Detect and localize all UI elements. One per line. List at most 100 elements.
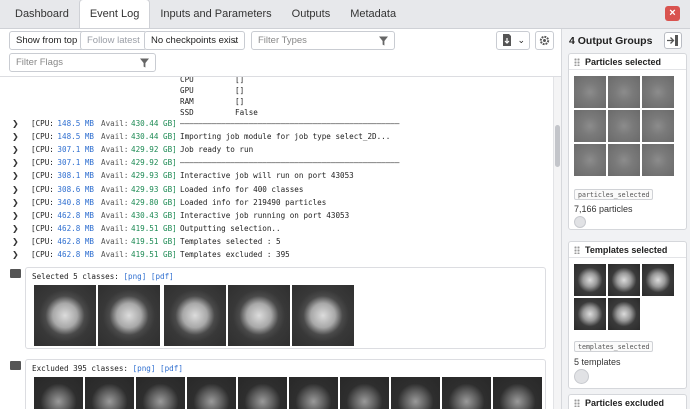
output-group-count: 7,166 particles <box>574 204 633 214</box>
chevron-down-icon: ⌄ <box>231 35 239 45</box>
sysinfo-value: [] <box>235 77 245 84</box>
avail-label: Avail: <box>101 223 129 233</box>
tab-metadata[interactable]: Metadata <box>340 0 406 28</box>
expand-arrow-icon[interactable]: ❯ <box>12 143 19 156</box>
avail-value: 419.51 GB] <box>131 223 177 233</box>
excluded-pdf-link[interactable]: [pdf] <box>160 364 183 373</box>
log-row[interactable]: ❯ [CPU: 462.8 MB Avail: 419.51 GB] Templates … <box>0 248 553 261</box>
class-average-image <box>34 377 83 409</box>
class-average-image <box>292 285 354 346</box>
log-message: Interactive job will run on port 43053 <box>180 171 354 181</box>
log-row[interactable]: ❯ [CPU: 462.8 MB Avail: 430.43 GB] Interactiv… <box>0 209 553 222</box>
excluded-classes-header: Excluded 395 classes: [png] [pdf] <box>32 364 183 373</box>
log-row[interactable]: ❯ [CPU: 462.8 MB Avail: 419.51 GB] Templates … <box>0 235 553 248</box>
expand-arrow-icon[interactable]: ❯ <box>12 117 19 130</box>
class-average-image <box>136 377 185 409</box>
log-message: Interactive job running on port 43053 <box>180 210 350 220</box>
expand-arrow-icon[interactable]: ❯ <box>12 235 19 248</box>
class-average-image <box>391 377 440 409</box>
avail-label: Avail: <box>101 236 129 246</box>
collapse-icon <box>667 35 678 46</box>
selected-pdf-link[interactable]: [pdf] <box>151 272 174 281</box>
expand-arrow-icon[interactable]: ❯ <box>12 196 19 209</box>
sysinfo-value: False <box>235 108 258 117</box>
memory-value: 462.8 MB <box>57 223 94 233</box>
particle-image <box>574 76 606 108</box>
template-image <box>608 264 640 296</box>
tab-inputs-and-parameters[interactable]: Inputs and Parameters <box>150 0 281 28</box>
particle-image <box>608 110 640 142</box>
particle-image <box>642 110 674 142</box>
log-message: Templates excluded : 395 <box>180 250 290 259</box>
expand-arrow-icon[interactable]: ❯ <box>12 183 19 196</box>
expand-arrow-icon[interactable]: ❯ <box>12 130 19 143</box>
image-icon <box>10 361 21 370</box>
output-group-badge: particles_selected <box>574 189 654 200</box>
class-average-image <box>34 285 96 346</box>
filter-flags-input[interactable]: Filter Flags <box>9 53 156 72</box>
log-row[interactable]: ❯ [CPU: 148.5 MB Avail: 430.44 GB] ——————————… <box>0 117 553 130</box>
output-group-card: Particles excluded <box>568 394 687 409</box>
avail-label: Avail: <box>101 119 129 128</box>
expand-arrow-icon[interactable]: ❯ <box>12 222 19 235</box>
avail-label: Avail: <box>101 184 129 194</box>
avail-value: 419.51 GB] <box>131 250 177 259</box>
avail-label: Avail: <box>101 158 129 168</box>
class-average-image <box>442 377 491 409</box>
particle-image <box>608 144 640 176</box>
output-groups-title: 4 Output Groups <box>569 35 653 47</box>
filter-types-input[interactable]: Filter Types <box>251 31 395 50</box>
output-group-count: 5 templates <box>574 357 621 367</box>
scrollbar-thumb[interactable] <box>555 125 560 167</box>
memory-value: 308.1 MB <box>57 171 94 181</box>
memory-value: 307.1 MB <box>57 158 94 168</box>
show-from-top-button[interactable]: Show from top <box>9 31 85 50</box>
tab-event-log[interactable]: Event Log <box>78 0 151 28</box>
settings-button[interactable] <box>535 31 554 50</box>
selected-png-link[interactable]: [png] <box>123 272 146 281</box>
event-log-list: CPU[] GPU[] RAM[] SSD False ❯ [CPU: 148.5 M… <box>0 77 553 409</box>
collapse-panel-button[interactable] <box>664 32 682 49</box>
log-message: Outputting selection.. <box>180 223 281 233</box>
class-average-image <box>98 285 160 346</box>
memory-value: 462.8 MB <box>57 210 94 220</box>
output-group-name: Particles excluded <box>585 398 665 408</box>
log-row[interactable]: ❯ [CPU: 308.6 MB Avail: 429.93 GB] Loaded inf… <box>0 183 553 196</box>
avail-value: 429.92 GB] <box>131 145 177 155</box>
selected-classes-title: Selected 5 classes: <box>32 272 119 281</box>
download-output-button[interactable] <box>574 216 586 228</box>
chevron-down-icon: ⌄ <box>517 35 525 45</box>
memory-value: 462.8 MB <box>57 250 94 259</box>
log-row[interactable]: ❯ [CPU: 308.1 MB Avail: 429.93 GB] Interactiv… <box>0 169 553 182</box>
excluded-png-link[interactable]: [png] <box>133 364 156 373</box>
particle-image <box>642 76 674 108</box>
follow-latest-button[interactable]: Follow latest <box>80 31 147 50</box>
log-message: ————————————————————————————————————————… <box>180 158 400 168</box>
tab-bar: Dashboard Event Log Inputs and Parameter… <box>0 0 690 29</box>
download-output-button[interactable] <box>574 369 589 384</box>
download-log-button[interactable]: ⌄ <box>496 31 530 50</box>
log-message: Templates selected : 5 <box>180 236 281 246</box>
scrollbar[interactable] <box>553 77 561 409</box>
log-row[interactable]: ❯ [CPU: 148.5 MB Avail: 430.44 GB] Importing … <box>0 130 553 143</box>
avail-value: 429.92 GB] <box>131 158 177 168</box>
sysinfo-key: GPU <box>180 86 194 95</box>
tab-outputs[interactable]: Outputs <box>282 0 341 28</box>
expand-arrow-icon[interactable]: ❯ <box>12 156 19 169</box>
log-row[interactable]: ❯ [CPU: 307.1 MB Avail: 429.92 GB] ——————————… <box>0 156 553 169</box>
memory-value: 307.1 MB <box>57 145 94 155</box>
expand-arrow-icon[interactable]: ❯ <box>12 169 19 182</box>
sysinfo-key: CPU <box>180 77 194 84</box>
log-row[interactable]: ❯ [CPU: 462.8 MB Avail: 419.51 GB] Outputting… <box>0 222 553 235</box>
template-image <box>608 298 640 330</box>
gear-icon <box>539 35 550 46</box>
close-icon[interactable]: × <box>665 6 680 21</box>
checkpoints-select[interactable]: No checkpoints exist ⌄ <box>144 31 245 50</box>
log-row[interactable]: ❯ [CPU: 340.8 MB Avail: 429.80 GB] Loaded inf… <box>0 196 553 209</box>
expand-arrow-icon[interactable]: ❯ <box>12 209 19 222</box>
tab-dashboard[interactable]: Dashboard <box>5 0 79 28</box>
avail-label: Avail: <box>101 250 129 259</box>
expand-arrow-icon[interactable]: ❯ <box>12 248 19 261</box>
log-row[interactable]: ❯ [CPU: 307.1 MB Avail: 429.92 GB] Job ready … <box>0 143 553 156</box>
system-info: CPU [] GPU [] RAM [] SSD False <box>180 77 258 119</box>
